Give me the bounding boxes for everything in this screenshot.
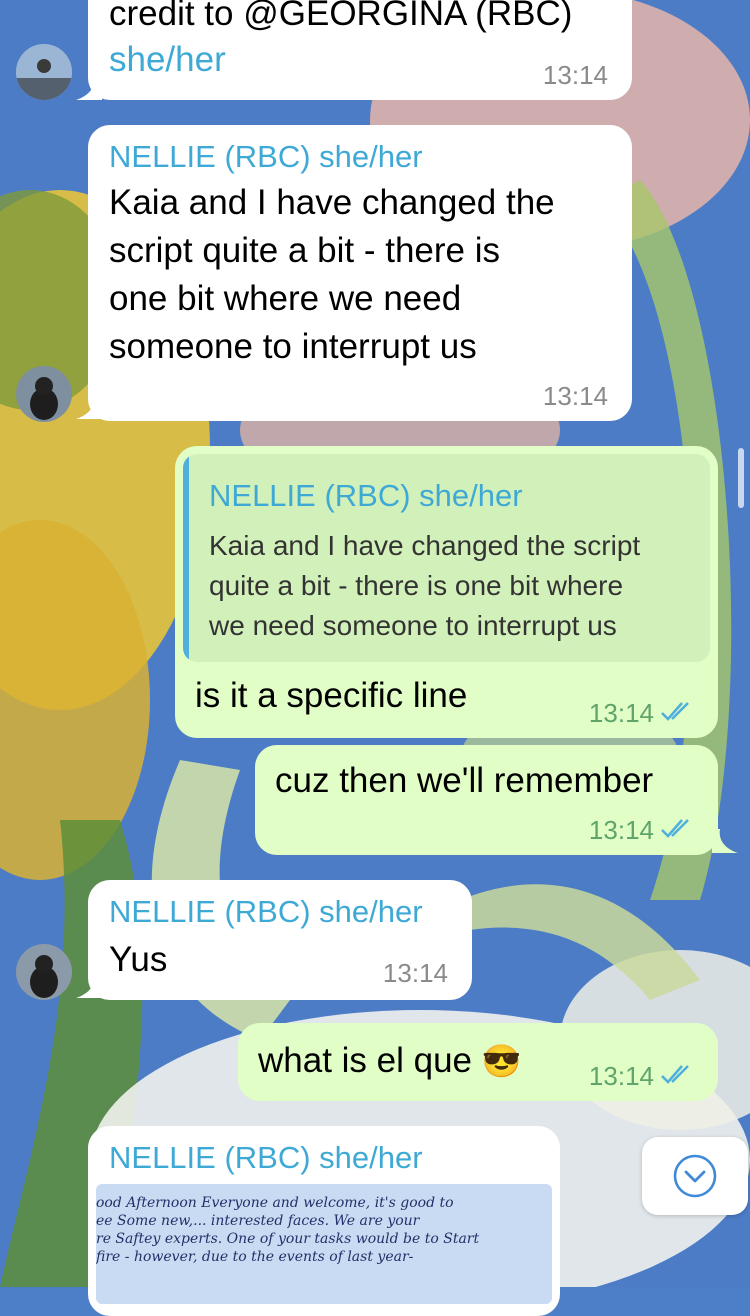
message-time: 13:14 [588, 1061, 654, 1091]
read-receipt-icon [661, 1065, 689, 1084]
message-time: 13:14 [542, 381, 608, 411]
message-text: credit to @GEORGINA (RBC) [109, 0, 573, 33]
reply-quote[interactable]: NELLIE (RBC) she/her Kaia and I have cha… [183, 454, 710, 662]
bubble-tail [712, 829, 738, 853]
reply-quote-bar [183, 454, 189, 662]
sender-name[interactable]: NELLIE (RBC) she/her [109, 894, 423, 930]
photo-attachment[interactable]: ood Afternoon Everyone and welcome, it's… [96, 1184, 552, 1304]
sender-name[interactable]: NELLIE (RBC) she/her [109, 139, 423, 175]
message-text: cuz then we'll remember [275, 761, 654, 800]
message-bubble-outgoing[interactable]: NELLIE (RBC) she/her Kaia and I have cha… [175, 446, 718, 738]
message-time: 13:14 [542, 60, 608, 90]
message-text-link[interactable]: she/her [109, 36, 226, 84]
message-bubble-incoming[interactable]: NELLIE (RBC) she/her Yus 13:14 [88, 880, 472, 1000]
message-text: someone to interrupt us [109, 327, 477, 366]
message-text: what is el que 😎 [258, 1041, 522, 1080]
bubble-tail [76, 974, 102, 998]
message-text: script quite a bit - there is [109, 231, 500, 270]
message-bubble-incoming[interactable]: NELLIE (RBC) she/her ood Afternoon Every… [88, 1126, 560, 1316]
message-text: is it a specific line [195, 676, 468, 715]
avatar[interactable] [16, 44, 72, 100]
message-bubble-incoming[interactable]: credit to @GEORGINA (RBC) she/her 13:14 [88, 0, 632, 100]
sender-name[interactable]: NELLIE (RBC) she/her [109, 1140, 423, 1176]
message-bubble-outgoing[interactable]: what is el que 😎 13:14 [238, 1023, 718, 1101]
reply-text: Kaia and I have changed the script quite… [209, 530, 641, 641]
message-bubble-outgoing[interactable]: cuz then we'll remember 13:14 [255, 745, 718, 855]
message-text: Yus [109, 940, 168, 979]
message-time: 13:14 [588, 815, 654, 845]
message-text: Kaia and I have changed the [109, 183, 555, 222]
avatar[interactable] [16, 366, 72, 422]
reply-sender-name: NELLIE (RBC) she/her [209, 478, 523, 513]
message-time: 13:14 [588, 698, 654, 728]
scroll-to-bottom-button[interactable] [642, 1137, 748, 1215]
message-time: 13:14 [382, 958, 448, 988]
read-receipt-icon [661, 819, 689, 838]
bubble-tail [76, 76, 102, 100]
message-text: one bit where we need [109, 279, 462, 318]
emoji-sunglasses: 😎 [481, 1043, 522, 1079]
message-bubble-incoming[interactable]: NELLIE (RBC) she/her Kaia and I have cha… [88, 125, 632, 421]
bubble-tail [76, 395, 102, 419]
scrollbar[interactable] [738, 448, 744, 508]
chevron-down-icon [673, 1154, 717, 1198]
read-receipt-icon [661, 702, 689, 721]
avatar[interactable] [16, 944, 72, 1000]
